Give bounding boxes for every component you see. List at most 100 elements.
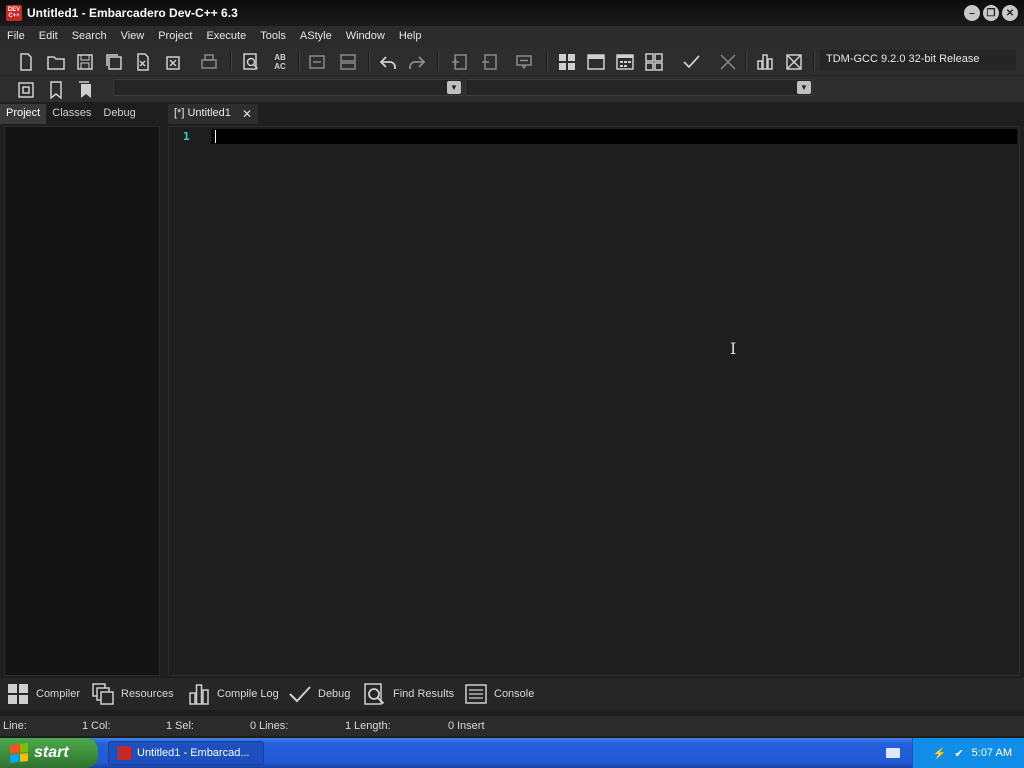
new-file-icon[interactable]	[14, 50, 38, 74]
status-line-label: Line:	[3, 720, 27, 732]
tab-debug-bottom[interactable]: Debug	[288, 680, 350, 708]
chevron-down-icon[interactable]: ▼	[797, 81, 811, 94]
close-button[interactable]: ✕	[1002, 5, 1018, 21]
find-results-icon	[364, 683, 385, 705]
menu-window[interactable]: Window	[339, 30, 392, 42]
close-icon[interactable]: ✕	[242, 107, 252, 121]
tab-classes[interactable]: Classes	[46, 104, 97, 124]
resources-icon	[92, 683, 114, 705]
compiler-icon	[8, 684, 28, 704]
menu-execute[interactable]: Execute	[199, 30, 253, 42]
undo-icon[interactable]	[376, 50, 400, 74]
unindent-icon[interactable]	[336, 50, 360, 74]
abort-compile-icon[interactable]	[716, 50, 740, 74]
title-bar: DEV C++ Untitled1 - Embarcadero Dev-C++ …	[0, 0, 1024, 26]
editor-tab-label: [*] Untitled1	[174, 107, 231, 119]
syntax-check-icon[interactable]	[679, 50, 703, 74]
goto-bookmark-icon[interactable]	[73, 78, 97, 102]
status-sel-value: 0	[250, 720, 257, 732]
remove-from-project-icon[interactable]	[477, 50, 501, 74]
menu-astyle[interactable]: AStyle	[293, 30, 339, 42]
menu-help[interactable]: Help	[392, 30, 429, 42]
text-caret	[215, 130, 216, 143]
project-browser-panel[interactable]	[4, 126, 160, 676]
compile-icon[interactable]	[555, 50, 579, 74]
network-icon[interactable]: ⚡	[933, 747, 947, 760]
devcpp-taskbar-icon	[117, 746, 131, 760]
menu-edit[interactable]: Edit	[32, 30, 65, 42]
add-to-project-icon[interactable]	[447, 50, 471, 74]
status-sel-label: Sel:	[175, 720, 194, 732]
left-panel-tabs: Project Classes Debug	[0, 104, 162, 124]
status-lines-label: Lines:	[259, 720, 289, 732]
member-combo[interactable]: ▼	[465, 79, 813, 96]
keyboard-icon[interactable]	[886, 748, 900, 758]
start-label: start	[34, 744, 69, 761]
line-number: 1	[183, 130, 190, 143]
ibeam-cursor-icon: I	[730, 339, 737, 358]
chevron-down-icon[interactable]: ▼	[447, 81, 461, 94]
console-icon	[465, 684, 487, 704]
tab-compiler[interactable]: Compiler	[6, 680, 80, 708]
status-col-label: Col:	[91, 720, 111, 732]
close-all-icon[interactable]	[160, 50, 184, 74]
status-line-value: 1	[82, 720, 89, 732]
clock[interactable]: 5:07 AM	[972, 747, 1012, 759]
replace-icon[interactable]: AB AC	[268, 50, 292, 74]
find-icon[interactable]	[239, 50, 263, 74]
tab-console[interactable]: Console	[464, 680, 534, 708]
window-title: Untitled1 - Embarcadero Dev-C++ 6.3	[27, 6, 238, 20]
close-file-icon[interactable]	[131, 50, 155, 74]
print-icon[interactable]	[197, 50, 221, 74]
windows-logo-icon	[10, 743, 28, 763]
delete-profile-icon[interactable]	[782, 50, 806, 74]
project-options-icon[interactable]	[512, 50, 536, 74]
status-length-label: Length:	[354, 720, 391, 732]
menu-file[interactable]: File	[0, 30, 32, 42]
compile-run-icon[interactable]	[613, 50, 637, 74]
devcpp-app-icon[interactable]: DEV C++	[6, 5, 22, 21]
menu-bar: File Edit Search View Project Execute To…	[0, 26, 1024, 46]
compiler-set-select[interactable]: TDM-GCC 9.2.0 32-bit Release	[820, 50, 1016, 70]
save-all-icon[interactable]	[102, 50, 126, 74]
status-col-value: 1	[166, 720, 173, 732]
start-button[interactable]: start	[0, 738, 98, 768]
safely-remove-icon[interactable]: ✔	[954, 747, 963, 760]
save-icon[interactable]	[73, 50, 97, 74]
line-number-gutter: 1	[169, 127, 209, 675]
class-combo[interactable]: ▼	[113, 79, 463, 96]
code-editor[interactable]: 1 I	[168, 126, 1020, 676]
checkmark-icon	[289, 686, 311, 703]
menu-search[interactable]: Search	[65, 30, 114, 42]
window-controls: – ❐ ✕	[964, 5, 1018, 21]
run-icon[interactable]	[584, 50, 608, 74]
taskbar-window-button[interactable]: Untitled1 - Embarcad...	[108, 741, 264, 765]
current-line-highlight	[211, 129, 1017, 144]
tab-console-label: Console	[494, 688, 535, 700]
toggle-bookmark-icon[interactable]	[44, 78, 68, 102]
menu-project[interactable]: Project	[151, 30, 199, 42]
status-length-value: 0	[448, 720, 455, 732]
tab-project[interactable]: Project	[0, 104, 47, 124]
indent-icon[interactable]	[305, 50, 329, 74]
status-insert-mode: Insert	[457, 720, 485, 732]
restore-button[interactable]: ❐	[983, 5, 999, 21]
status-lines-value: 1	[345, 720, 352, 732]
open-file-icon[interactable]	[44, 50, 68, 74]
editor-tab-untitled1[interactable]: [*] Untitled1 ✕	[168, 104, 258, 124]
menu-tools[interactable]: Tools	[253, 30, 293, 42]
profile-icon[interactable]	[753, 50, 777, 74]
tab-debug[interactable]: Debug	[97, 104, 141, 124]
menu-view[interactable]: View	[114, 30, 152, 42]
status-bar: Line: 1 Col: 1 Sel: 0 Lines: 1 Length: 0…	[0, 716, 1024, 736]
compile-log-icon	[189, 684, 209, 705]
tab-resources[interactable]: Resources	[91, 680, 174, 708]
redo-icon[interactable]	[405, 50, 429, 74]
insert-code-icon[interactable]	[14, 78, 38, 102]
rebuild-all-icon[interactable]	[642, 50, 666, 74]
tab-find-results-label: Find Results	[393, 688, 455, 700]
tab-compile-log[interactable]: Compile Log	[187, 680, 279, 708]
tab-debug-label: Debug	[318, 688, 351, 700]
tab-find-results[interactable]: Find Results	[363, 680, 454, 708]
minimize-button[interactable]: –	[964, 5, 980, 21]
